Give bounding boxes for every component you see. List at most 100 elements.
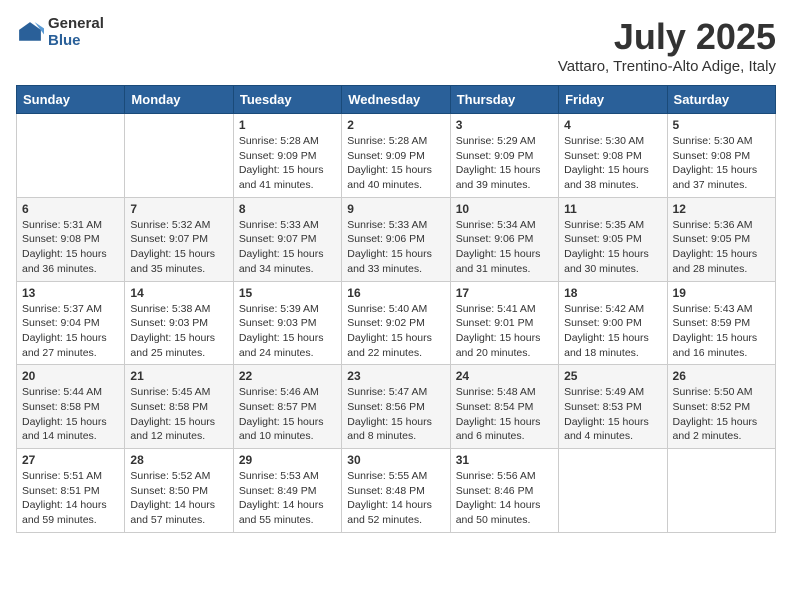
month-title: July 2025	[558, 16, 776, 58]
day-number: 25	[564, 369, 661, 383]
day-info: Sunrise: 5:50 AM Sunset: 8:52 PM Dayligh…	[673, 385, 770, 444]
table-row: 4 Sunrise: 5:30 AM Sunset: 9:08 PM Daylig…	[559, 114, 667, 198]
table-row: 7 Sunrise: 5:32 AM Sunset: 9:07 PM Daylig…	[125, 197, 233, 281]
day-info: Sunrise: 5:53 AM Sunset: 8:49 PM Dayligh…	[239, 469, 336, 528]
day-info: Sunrise: 5:42 AM Sunset: 9:00 PM Dayligh…	[564, 302, 661, 361]
day-info: Sunrise: 5:45 AM Sunset: 8:58 PM Dayligh…	[130, 385, 227, 444]
day-number: 15	[239, 286, 336, 300]
day-info: Sunrise: 5:41 AM Sunset: 9:01 PM Dayligh…	[456, 302, 553, 361]
day-info: Sunrise: 5:31 AM Sunset: 9:08 PM Dayligh…	[22, 218, 119, 277]
col-thursday: Thursday	[450, 86, 558, 114]
day-number: 18	[564, 286, 661, 300]
table-row: 30 Sunrise: 5:55 AM Sunset: 8:48 PM Dayli…	[342, 449, 450, 533]
col-wednesday: Wednesday	[342, 86, 450, 114]
calendar-header-row: Sunday Monday Tuesday Wednesday Thursday…	[17, 86, 776, 114]
table-row: 14Sunrise: 5:38 AM Sunset: 9:03 PM Dayli…	[125, 281, 233, 365]
day-number: 9	[347, 202, 444, 216]
day-info: Sunrise: 5:33 AM Sunset: 9:07 PM Dayligh…	[239, 218, 336, 277]
day-number: 21	[130, 369, 227, 383]
day-number: 17	[456, 286, 553, 300]
table-row: 25 Sunrise: 5:49 AM Sunset: 8:53 PM Dayli…	[559, 365, 667, 449]
day-info: Sunrise: 5:51 AM Sunset: 8:51 PM Dayligh…	[22, 469, 119, 528]
day-info: Sunrise: 5:37 AM Sunset: 9:04 PM Dayligh…	[22, 302, 119, 361]
day-info: Sunrise: 5:30 AM Sunset: 9:08 PM Dayligh…	[673, 134, 770, 193]
table-row: 22Sunrise: 5:46 AM Sunset: 8:57 PM Dayli…	[233, 365, 341, 449]
table-row: 15 Sunrise: 5:39 AM Sunset: 9:03 PM Dayli…	[233, 281, 341, 365]
table-row: 20 Sunrise: 5:44 AM Sunset: 8:58 PM Dayli…	[17, 365, 125, 449]
day-number: 10	[456, 202, 553, 216]
table-row: 29Sunrise: 5:53 AM Sunset: 8:49 PM Dayli…	[233, 449, 341, 533]
day-info: Sunrise: 5:28 AM Sunset: 9:09 PM Dayligh…	[347, 134, 444, 193]
table-row: 23Sunrise: 5:47 AM Sunset: 8:56 PM Dayli…	[342, 365, 450, 449]
day-number: 24	[456, 369, 553, 383]
day-number: 22	[239, 369, 336, 383]
day-info: Sunrise: 5:49 AM Sunset: 8:53 PM Dayligh…	[564, 385, 661, 444]
table-row: 3 Sunrise: 5:29 AM Sunset: 9:09 PM Daylig…	[450, 114, 558, 198]
calendar-week-row: 27 Sunrise: 5:51 AM Sunset: 8:51 PM Dayli…	[17, 449, 776, 533]
day-info: Sunrise: 5:48 AM Sunset: 8:54 PM Dayligh…	[456, 385, 553, 444]
day-number: 16	[347, 286, 444, 300]
table-row: 16 Sunrise: 5:40 AM Sunset: 9:02 PM Dayli…	[342, 281, 450, 365]
day-info: Sunrise: 5:44 AM Sunset: 8:58 PM Dayligh…	[22, 385, 119, 444]
day-info: Sunrise: 5:36 AM Sunset: 9:05 PM Dayligh…	[673, 218, 770, 277]
logo-text: General Blue	[48, 16, 104, 49]
day-info: Sunrise: 5:28 AM Sunset: 9:09 PM Dayligh…	[239, 134, 336, 193]
table-row: 9 Sunrise: 5:33 AM Sunset: 9:06 PM Daylig…	[342, 197, 450, 281]
table-row: 27 Sunrise: 5:51 AM Sunset: 8:51 PM Dayli…	[17, 449, 125, 533]
calendar-week-row: 6 Sunrise: 5:31 AM Sunset: 9:08 PM Daylig…	[17, 197, 776, 281]
day-number: 6	[22, 202, 119, 216]
calendar-week-row: 13Sunrise: 5:37 AM Sunset: 9:04 PM Dayli…	[17, 281, 776, 365]
page-header: General Blue July 2025 Vattaro, Trentino…	[16, 16, 776, 75]
day-info: Sunrise: 5:33 AM Sunset: 9:06 PM Dayligh…	[347, 218, 444, 277]
day-number: 27	[22, 453, 119, 467]
col-saturday: Saturday	[667, 86, 775, 114]
day-number: 28	[130, 453, 227, 467]
day-number: 4	[564, 118, 661, 132]
day-number: 7	[130, 202, 227, 216]
day-number: 3	[456, 118, 553, 132]
col-sunday: Sunday	[17, 86, 125, 114]
logo-blue: Blue	[48, 33, 104, 50]
logo: General Blue	[16, 16, 104, 49]
day-number: 30	[347, 453, 444, 467]
day-info: Sunrise: 5:29 AM Sunset: 9:09 PM Dayligh…	[456, 134, 553, 193]
day-info: Sunrise: 5:52 AM Sunset: 8:50 PM Dayligh…	[130, 469, 227, 528]
location-title: Vattaro, Trentino-Alto Adige, Italy	[558, 58, 776, 75]
logo-general: General	[48, 16, 104, 33]
table-row: 26 Sunrise: 5:50 AM Sunset: 8:52 PM Dayli…	[667, 365, 775, 449]
table-row: 10 Sunrise: 5:34 AM Sunset: 9:06 PM Dayli…	[450, 197, 558, 281]
day-info: Sunrise: 5:39 AM Sunset: 9:03 PM Dayligh…	[239, 302, 336, 361]
day-number: 12	[673, 202, 770, 216]
day-number: 20	[22, 369, 119, 383]
logo-icon	[16, 19, 44, 47]
table-row	[559, 449, 667, 533]
day-info: Sunrise: 5:40 AM Sunset: 9:02 PM Dayligh…	[347, 302, 444, 361]
table-row: 8 Sunrise: 5:33 AM Sunset: 9:07 PM Daylig…	[233, 197, 341, 281]
table-row: 17 Sunrise: 5:41 AM Sunset: 9:01 PM Dayli…	[450, 281, 558, 365]
col-monday: Monday	[125, 86, 233, 114]
day-number: 23	[347, 369, 444, 383]
day-info: Sunrise: 5:38 AM Sunset: 9:03 PM Dayligh…	[130, 302, 227, 361]
day-info: Sunrise: 5:32 AM Sunset: 9:07 PM Dayligh…	[130, 218, 227, 277]
table-row: 12 Sunrise: 5:36 AM Sunset: 9:05 PM Dayli…	[667, 197, 775, 281]
day-number: 26	[673, 369, 770, 383]
day-number: 1	[239, 118, 336, 132]
table-row: 31Sunrise: 5:56 AM Sunset: 8:46 PM Dayli…	[450, 449, 558, 533]
day-info: Sunrise: 5:43 AM Sunset: 8:59 PM Dayligh…	[673, 302, 770, 361]
col-tuesday: Tuesday	[233, 86, 341, 114]
day-info: Sunrise: 5:30 AM Sunset: 9:08 PM Dayligh…	[564, 134, 661, 193]
table-row: 5 Sunrise: 5:30 AM Sunset: 9:08 PM Daylig…	[667, 114, 775, 198]
day-info: Sunrise: 5:55 AM Sunset: 8:48 PM Dayligh…	[347, 469, 444, 528]
day-info: Sunrise: 5:34 AM Sunset: 9:06 PM Dayligh…	[456, 218, 553, 277]
day-number: 8	[239, 202, 336, 216]
table-row: 1 Sunrise: 5:28 AM Sunset: 9:09 PM Daylig…	[233, 114, 341, 198]
table-row	[667, 449, 775, 533]
table-row: 19Sunrise: 5:43 AM Sunset: 8:59 PM Dayli…	[667, 281, 775, 365]
table-row: 24 Sunrise: 5:48 AM Sunset: 8:54 PM Dayli…	[450, 365, 558, 449]
table-row: 18 Sunrise: 5:42 AM Sunset: 9:00 PM Dayli…	[559, 281, 667, 365]
table-row: 2Sunrise: 5:28 AM Sunset: 9:09 PM Daylig…	[342, 114, 450, 198]
table-row: 6 Sunrise: 5:31 AM Sunset: 9:08 PM Daylig…	[17, 197, 125, 281]
col-friday: Friday	[559, 86, 667, 114]
day-number: 5	[673, 118, 770, 132]
day-number: 11	[564, 202, 661, 216]
